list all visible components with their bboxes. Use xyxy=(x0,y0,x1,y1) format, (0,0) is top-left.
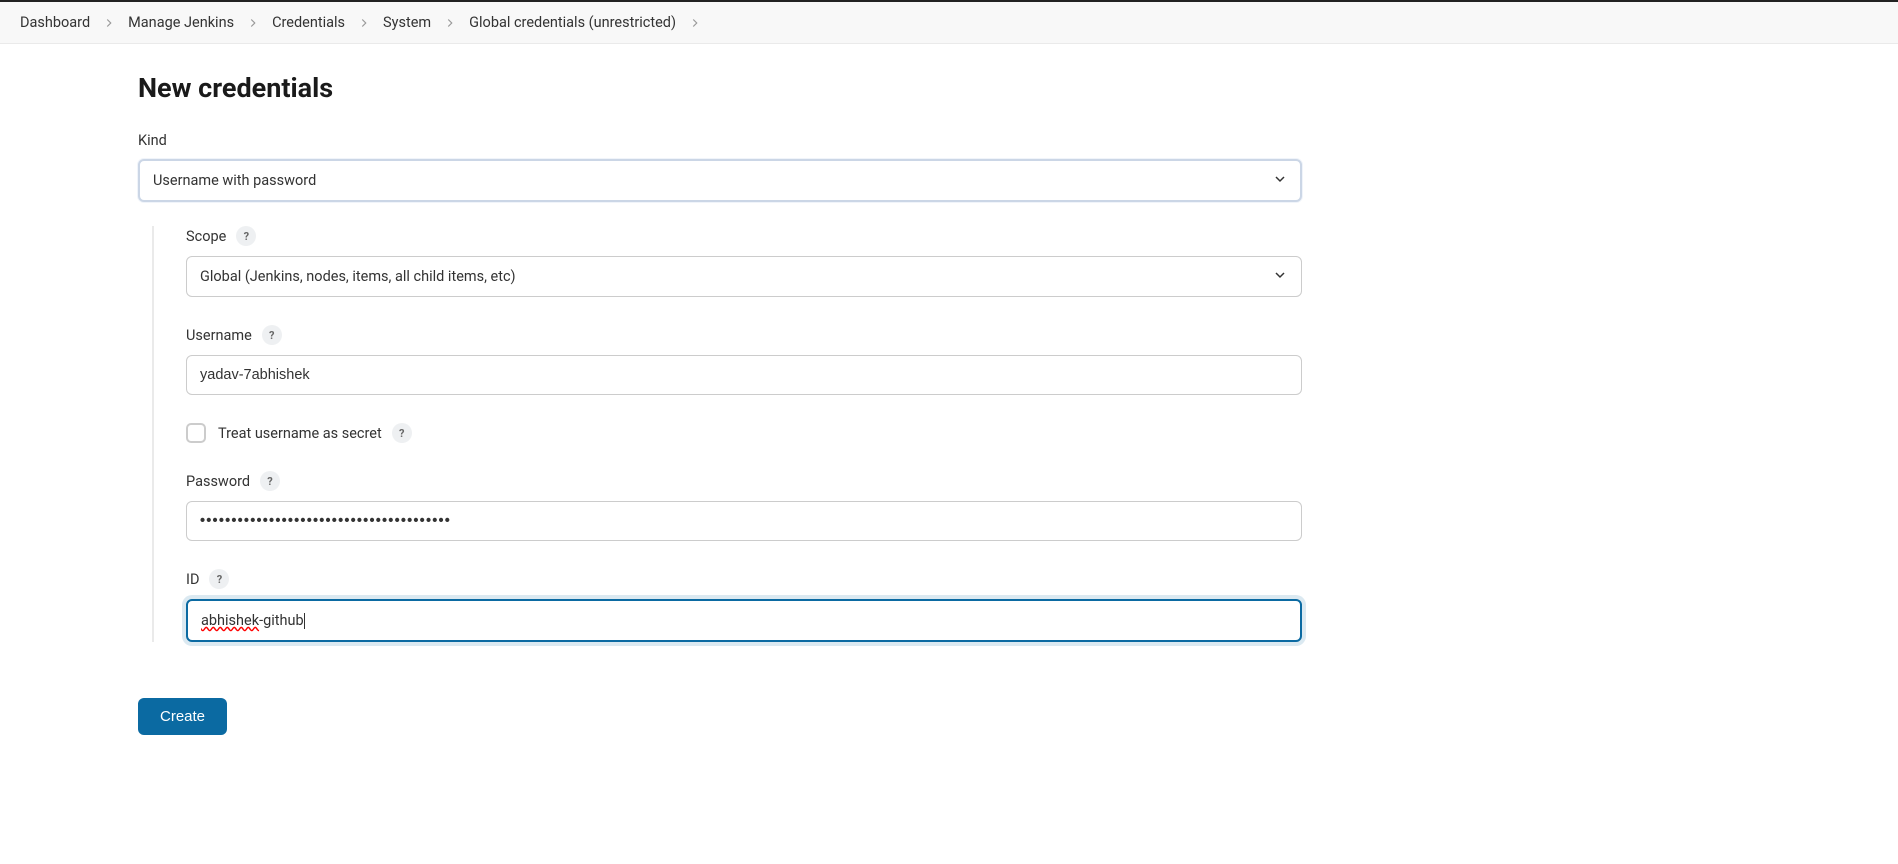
chevron-right-icon xyxy=(443,16,457,30)
breadcrumb-dashboard[interactable]: Dashboard xyxy=(20,14,90,31)
breadcrumb-credentials[interactable]: Credentials xyxy=(272,14,345,31)
chevron-right-icon xyxy=(688,16,702,30)
help-icon[interactable]: ? xyxy=(236,226,256,246)
password-field[interactable] xyxy=(186,501,1302,541)
breadcrumb-global-credentials[interactable]: Global credentials (unrestricted) xyxy=(469,14,676,31)
help-icon[interactable]: ? xyxy=(260,471,280,491)
page-title: New credentials xyxy=(138,72,1302,104)
password-label: Password xyxy=(186,473,250,490)
breadcrumb-manage-jenkins[interactable]: Manage Jenkins xyxy=(128,14,234,31)
help-icon[interactable]: ? xyxy=(262,325,282,345)
breadcrumb: Dashboard Manage Jenkins Credentials Sys… xyxy=(0,2,1898,44)
kind-select[interactable]: Username with password xyxy=(138,159,1302,202)
chevron-right-icon xyxy=(102,16,116,30)
kind-label: Kind xyxy=(138,132,1302,149)
username-label: Username xyxy=(186,327,252,344)
chevron-right-icon xyxy=(246,16,260,30)
treat-username-secret-checkbox[interactable] xyxy=(186,423,206,443)
create-button[interactable]: Create xyxy=(138,698,227,735)
id-field[interactable]: abhishek-github xyxy=(186,599,1302,642)
scope-label: Scope xyxy=(186,228,226,245)
scope-select[interactable]: Global (Jenkins, nodes, items, all child… xyxy=(186,256,1302,297)
username-field[interactable] xyxy=(186,355,1302,395)
chevron-right-icon xyxy=(357,16,371,30)
help-icon[interactable]: ? xyxy=(392,423,412,443)
id-value-prefix: abhishek xyxy=(201,612,259,629)
id-value-suffix: -github xyxy=(259,612,305,629)
id-label: ID xyxy=(186,571,199,588)
help-icon[interactable]: ? xyxy=(209,569,229,589)
breadcrumb-system[interactable]: System xyxy=(383,14,431,31)
treat-username-secret-label: Treat username as secret xyxy=(218,425,382,442)
